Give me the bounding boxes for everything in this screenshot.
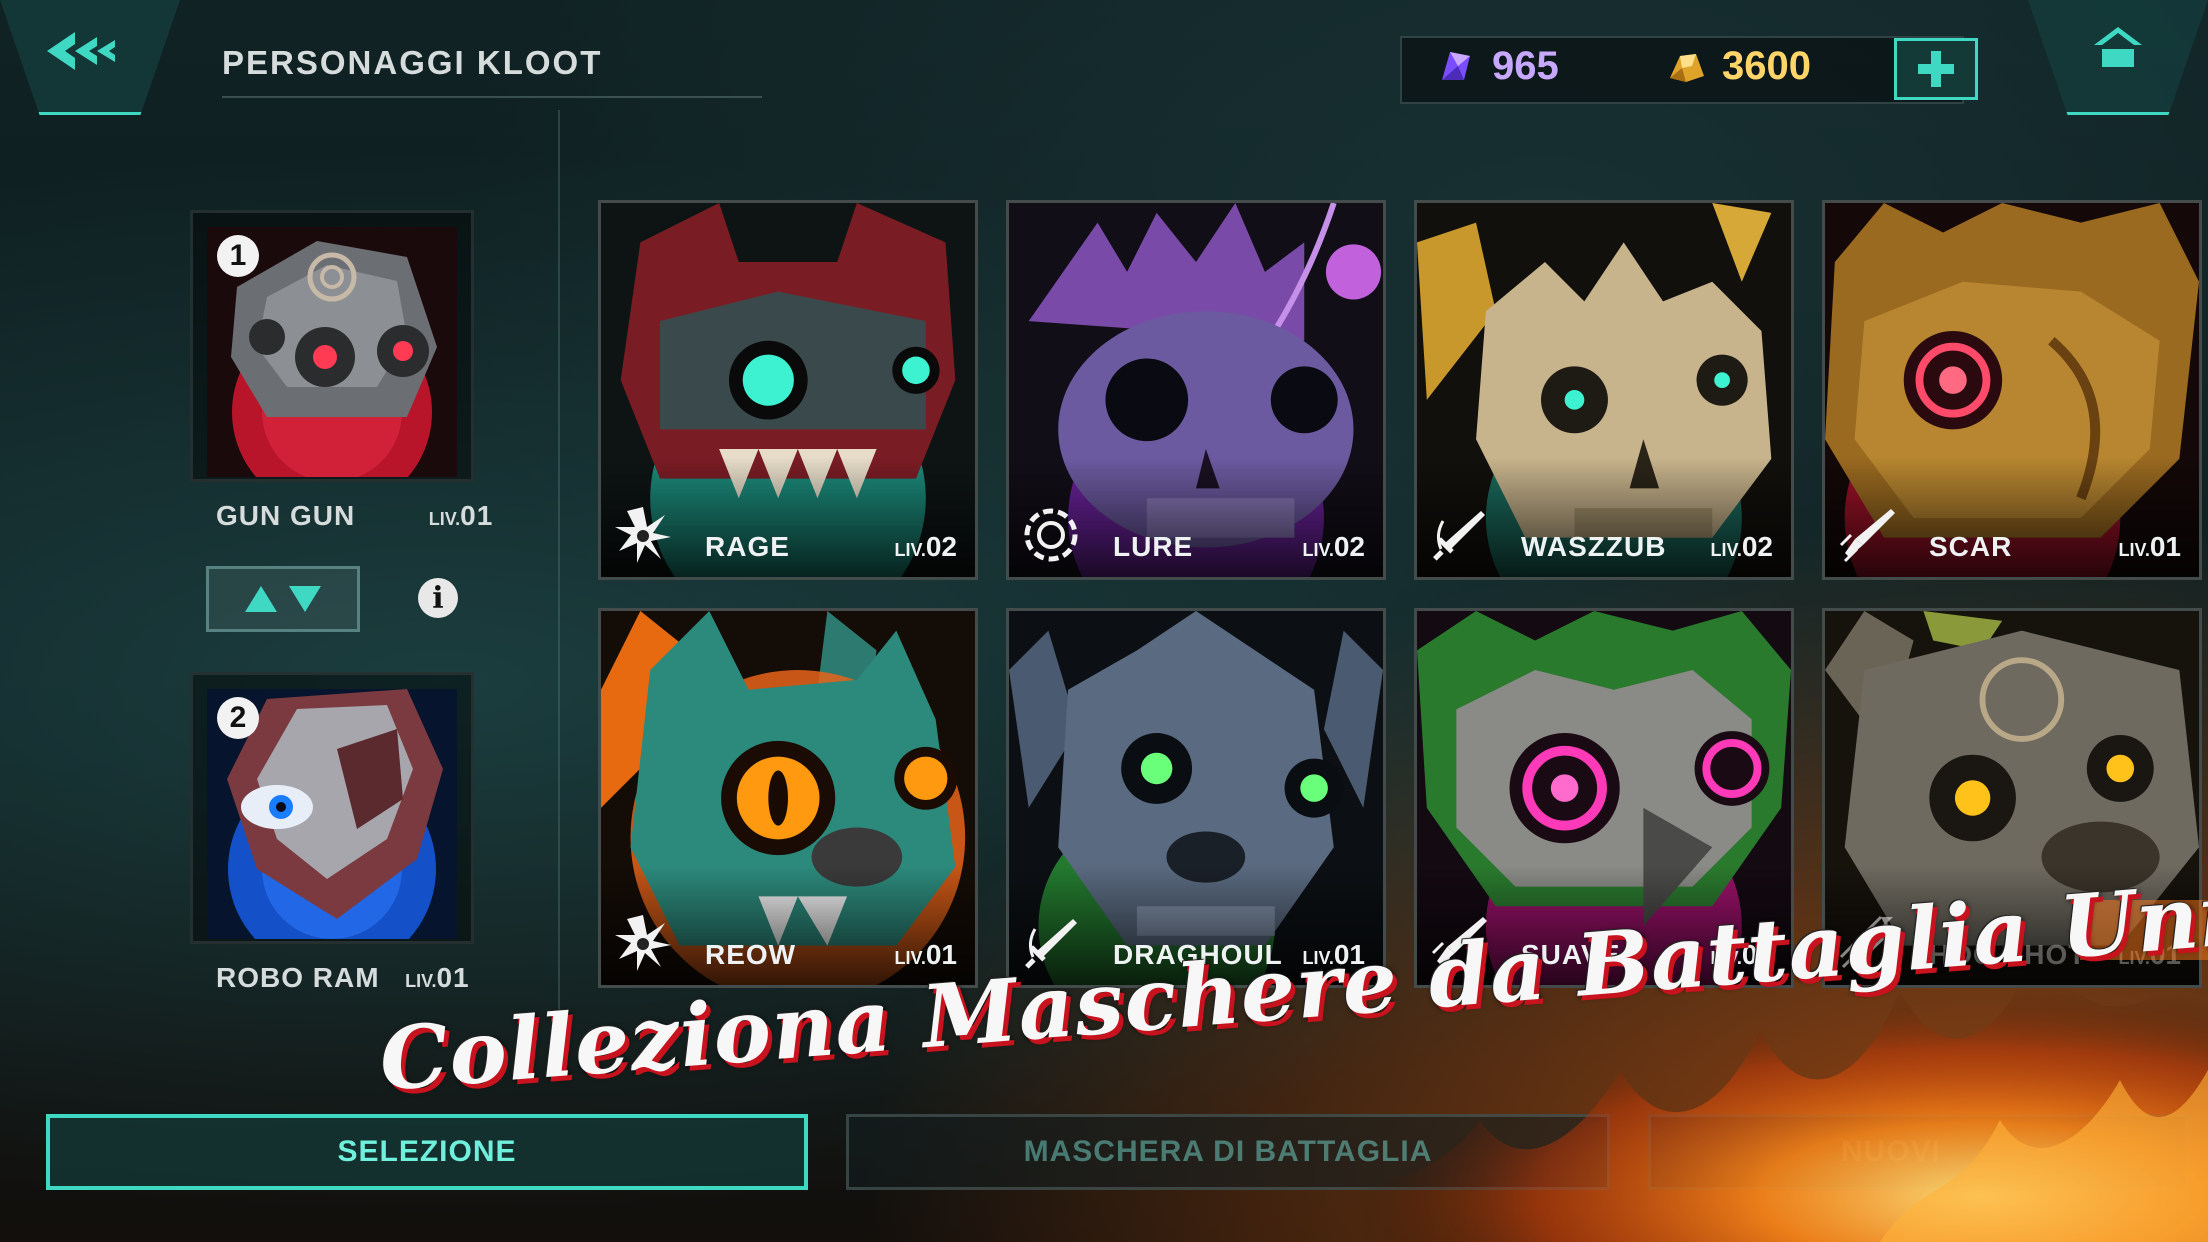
character-name: LURE xyxy=(1113,531,1194,562)
arrow-down-icon xyxy=(289,586,321,612)
plus-icon xyxy=(1918,51,1954,87)
character-level: LIV.02 xyxy=(1302,531,1365,563)
team-slot-2[interactable]: 2 xyxy=(190,672,474,944)
level-value: 01 xyxy=(2149,531,2181,562)
double-chevron-left-icon xyxy=(47,32,115,70)
page-title: PERSONAGGI KLOOT xyxy=(222,44,603,81)
character-level: LIV.01 xyxy=(2118,531,2181,563)
team-slot-2-name-text: ROBO RAM xyxy=(216,962,380,993)
character-card-waszzub[interactable]: WASZZUB LIV.02 xyxy=(1414,200,1794,580)
home-icon xyxy=(2094,27,2142,67)
character-name: RAGE xyxy=(705,531,790,562)
gem-count: 965 xyxy=(1492,44,1559,88)
tab-selection[interactable]: SELEZIONE xyxy=(46,1114,808,1190)
level-label: LIV. xyxy=(894,948,926,968)
sword-icon xyxy=(1433,511,1485,561)
title-underline xyxy=(222,96,762,98)
team-slot-2-name: ROBO RAM LIV.01 xyxy=(216,962,470,994)
level-label: LIV. xyxy=(2118,540,2150,560)
gold-count: 3600 xyxy=(1722,44,1811,88)
level-value: 01 xyxy=(460,500,494,531)
level-value: 01 xyxy=(436,962,470,993)
level-label: LIV. xyxy=(1302,540,1334,560)
level-value: 02 xyxy=(925,531,957,562)
level-label: LIV. xyxy=(894,540,926,560)
gem-icon xyxy=(1442,52,1470,80)
team-slot-1-name-text: GUN GUN xyxy=(216,500,356,531)
level-label: LIV. xyxy=(1710,540,1742,560)
vortex-icon xyxy=(1024,508,1078,562)
character-card-lure[interactable]: LURE LIV.02 xyxy=(1006,200,1386,580)
level-value: 02 xyxy=(1333,531,1365,562)
character-level: LIV.02 xyxy=(894,531,957,563)
add-currency-button[interactable] xyxy=(1894,38,1978,100)
character-level: LIV.02 xyxy=(1710,531,1773,563)
rocket-icon xyxy=(1839,509,1895,563)
info-icon[interactable]: i xyxy=(418,578,458,618)
burst-icon xyxy=(615,507,671,563)
burst-icon xyxy=(615,915,671,971)
gold-icon xyxy=(1670,54,1704,82)
level-value: 02 xyxy=(1741,531,1773,562)
tab-new[interactable]: NUOVI xyxy=(1648,1114,2188,1190)
arrow-up-icon xyxy=(245,586,277,612)
slot-number-badge: 2 xyxy=(217,697,259,739)
level-label: LIV. xyxy=(428,509,461,529)
character-card-draghoul[interactable]: DRAGHOUL LIV.01 xyxy=(1006,608,1386,988)
character-name: WASZZUB xyxy=(1521,531,1667,562)
character-card-scar[interactable]: SCAR LIV.01 xyxy=(1822,200,2202,580)
team-slot-1[interactable]: 1 xyxy=(190,210,474,482)
team-slot-1-name: GUN GUN LIV.01 xyxy=(216,500,493,532)
swap-order-button[interactable] xyxy=(206,566,360,632)
slot-number-badge: 1 xyxy=(217,235,259,277)
level-label: LIV. xyxy=(405,971,437,991)
panel-divider xyxy=(558,110,560,1080)
tab-battle-mask[interactable]: MASCHERA DI BATTAGLIA xyxy=(846,1114,1610,1190)
character-card-reow[interactable]: REOW LIV.01 xyxy=(598,608,978,988)
character-name: REOW xyxy=(705,939,797,970)
character-card-rage[interactable]: RAGE LIV.02 xyxy=(598,200,978,580)
character-name: SCAR xyxy=(1929,531,2013,562)
